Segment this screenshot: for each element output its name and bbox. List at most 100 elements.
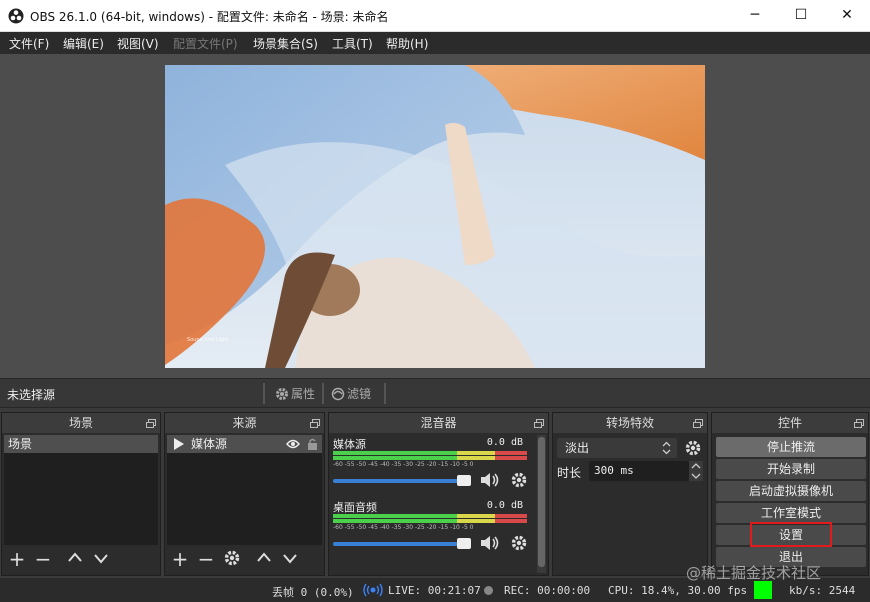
scrollbar-thumb[interactable] — [538, 437, 545, 567]
menu-bar: 文件(F) 编辑(E) 视图(V) 配置文件(P) 场景集合(S) 工具(T) … — [0, 32, 870, 54]
filter-icon — [331, 387, 345, 401]
move-up-icon[interactable] — [253, 549, 275, 571]
filters-button[interactable]: 滤镜 — [331, 385, 371, 402]
rec-time: REC: 00:00:00 — [504, 584, 591, 597]
obs-logo-icon — [8, 8, 24, 24]
mixer-scrollbar[interactable] — [537, 435, 546, 573]
speaker-icon[interactable] — [479, 471, 501, 489]
preview-image: Sound And Light — [165, 65, 705, 368]
volume-slider[interactable] — [333, 475, 471, 486]
sources-title: 来源 — [232, 416, 257, 430]
studio-mode-button[interactable]: 工作室模式 — [716, 503, 866, 523]
gear-icon[interactable] — [510, 471, 528, 489]
stop-streaming-button[interactable]: 停止推流 — [716, 437, 866, 457]
volume-slider[interactable] — [333, 538, 471, 549]
scenes-list: 场景 — [4, 435, 158, 545]
health-indicator — [754, 581, 772, 599]
cpu-fps: CPU: 18.4%, 30.00 fps — [608, 584, 748, 597]
source-toolbar: 未选择源 属性 滤镜 — [0, 378, 870, 408]
controls-title: 控件 — [777, 416, 802, 430]
sources-toolbar: + − — [165, 545, 324, 575]
move-down-icon[interactable] — [279, 549, 301, 571]
channel-db: 0.0 dB — [486, 500, 523, 511]
toolbar-divider — [322, 383, 324, 404]
add-scene-icon[interactable]: + — [6, 549, 28, 571]
settings-button[interactable]: 设置 — [716, 525, 866, 545]
gear-icon[interactable] — [510, 534, 528, 552]
start-recording-button[interactable]: 开始录制 — [716, 459, 866, 479]
mixer-title: 混音器 — [420, 416, 457, 430]
meter-ticks: -60 -55 -50 -45 -40 -35 -30 -25 -20 -15 … — [333, 524, 474, 531]
undock-icon[interactable] — [854, 419, 864, 428]
undock-icon[interactable] — [693, 419, 703, 428]
speaker-icon[interactable] — [479, 534, 501, 552]
gear-icon[interactable] — [684, 439, 702, 457]
move-down-icon[interactable] — [90, 549, 112, 571]
sources-dock: 来源 媒体源 + − — [164, 412, 325, 576]
remove-source-icon[interactable]: − — [195, 549, 217, 571]
add-source-icon[interactable]: + — [169, 549, 191, 571]
volume-meter — [333, 456, 527, 460]
sources-header: 来源 — [165, 413, 324, 433]
sources-list: 媒体源 — [167, 435, 322, 545]
scene-item[interactable]: 场景 — [4, 435, 158, 453]
source-item[interactable]: 媒体源 — [167, 435, 322, 453]
menu-profile[interactable]: 配置文件(P) — [173, 35, 238, 52]
move-up-icon[interactable] — [64, 549, 86, 571]
transitions-header: 转场特效 — [553, 413, 707, 433]
rec-dot-icon — [484, 586, 493, 595]
lock-icon[interactable] — [307, 438, 318, 450]
undock-icon[interactable] — [534, 419, 544, 428]
scenes-dock: 场景 场景 + − — [1, 412, 161, 576]
stepper-arrows-icon — [691, 463, 701, 479]
dropped-frames: 丢帧 0 (0.0%) — [272, 586, 354, 599]
channel-name: 桌面音频 — [333, 501, 377, 514]
transition-select-value: 淡出 — [565, 441, 590, 455]
toolbar-divider — [384, 383, 386, 404]
controls-dock: 控件 停止推流 开始录制 启动虚拟摄像机 工作室模式 设置 退出 — [711, 412, 869, 576]
chevron-updown-icon — [662, 441, 671, 455]
duration-label: 时长 — [557, 466, 582, 480]
no-source-selected-label: 未选择源 — [7, 388, 56, 402]
duration-stepper[interactable] — [689, 461, 703, 481]
mixer-header: 混音器 — [329, 413, 548, 433]
filters-label: 滤镜 — [347, 387, 372, 401]
undock-icon[interactable] — [310, 419, 320, 428]
menu-view[interactable]: 视图(V) — [117, 35, 159, 52]
menu-tools[interactable]: 工具(T) — [332, 35, 373, 52]
controls-header: 控件 — [712, 413, 868, 433]
menu-help[interactable]: 帮助(H) — [386, 35, 428, 52]
duration-value: 300 ms — [594, 464, 634, 477]
channel-name: 媒体源 — [333, 438, 366, 451]
mixer-channels: 媒体源 0.0 dB -60 -55 -50 -45 -40 -35 -30 -… — [329, 433, 535, 575]
minimize-button[interactable]: ─ — [732, 0, 778, 31]
channel-db: 0.0 dB — [486, 437, 523, 448]
transition-select[interactable]: 淡出 — [557, 438, 677, 458]
eye-icon[interactable] — [286, 439, 300, 449]
menu-edit[interactable]: 编辑(E) — [63, 35, 104, 52]
scenes-header: 场景 — [2, 413, 160, 433]
watermark: @稀土掘金技术社区 — [686, 564, 822, 582]
gear-icon[interactable] — [221, 549, 243, 571]
meter-ticks: -60 -55 -50 -45 -40 -35 -30 -25 -20 -15 … — [333, 461, 474, 468]
duration-spinbox[interactable]: 300 ms — [589, 461, 689, 481]
preview-canvas[interactable]: Sound And Light — [165, 65, 705, 368]
volume-meter — [333, 514, 527, 518]
properties-button[interactable]: 属性 — [275, 385, 315, 402]
undock-icon[interactable] — [146, 419, 156, 428]
menu-scene-collection[interactable]: 场景集合(S) — [253, 35, 318, 52]
remove-scene-icon[interactable]: − — [32, 549, 54, 571]
close-button[interactable]: ✕ — [824, 0, 870, 31]
start-virtual-camera-button[interactable]: 启动虚拟摄像机 — [716, 481, 866, 501]
gear-icon — [276, 388, 288, 400]
scenes-title: 场景 — [68, 416, 93, 430]
transitions-dock: 转场特效 淡出 时长 300 ms — [552, 412, 708, 576]
menu-file[interactable]: 文件(F) — [9, 35, 49, 52]
preview-caption: Sound And Light — [187, 337, 228, 343]
source-item-label: 媒体源 — [191, 437, 228, 451]
title-bar: OBS 26.1.0 (64-bit, windows) - 配置文件: 未命名… — [0, 0, 870, 32]
maximize-button[interactable]: ☐ — [778, 0, 824, 31]
scenes-toolbar: + − — [2, 545, 160, 575]
toolbar-divider — [263, 383, 265, 404]
live-time: LIVE: 00:21:07 — [388, 584, 481, 597]
